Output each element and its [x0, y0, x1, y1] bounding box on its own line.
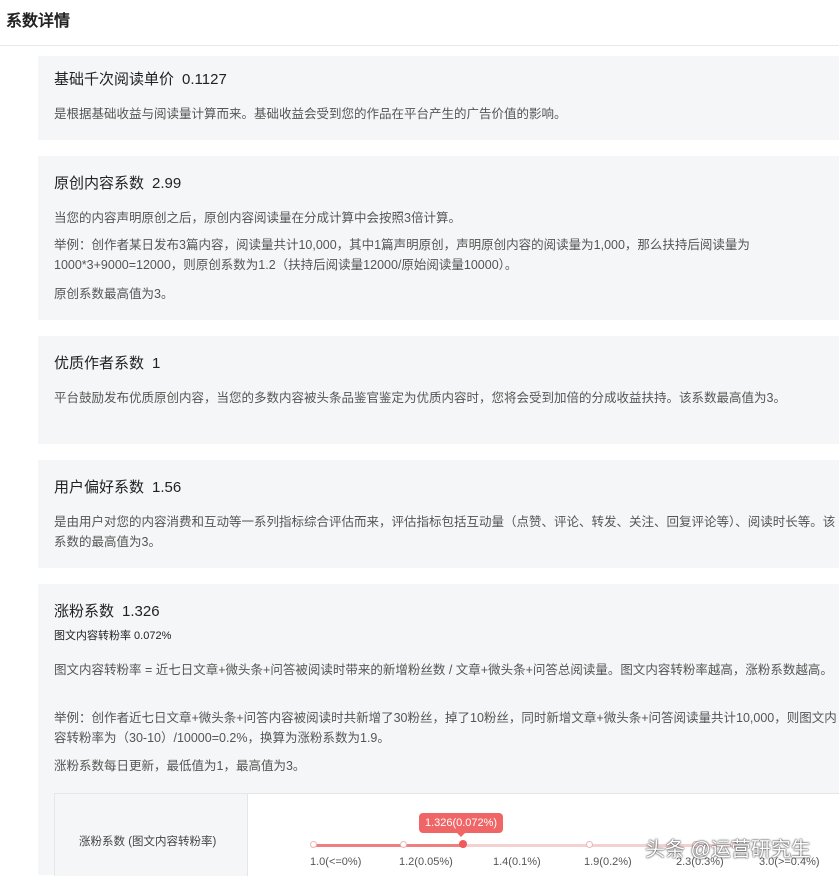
card-description: 图文内容转粉率 = 近七日文章+微头条+问答被阅读时带来的新增粉丝数 / 文章+…	[54, 663, 833, 677]
card-subtitle: 图文内容转粉率 0.072%	[54, 630, 172, 642]
fans-scale-current-marker	[458, 840, 467, 848]
card-title-value: 2.99	[152, 175, 182, 192]
fans-scale-tick-label: 1.4(0.1%)	[493, 856, 541, 868]
card-example: 举例：创作者某日发布3篇内容，阅读量共计10,000，其中1篇声明原创，声明原创…	[54, 238, 750, 272]
tooltip-arrow	[457, 833, 466, 837]
page-title: 系数详情	[6, 13, 71, 30]
card-title: 原创内容系数 2.99	[54, 172, 181, 193]
fans-scale-tick-label: 1.9(0.2%)	[584, 856, 632, 868]
coefficient-card-base-price: 基础千次阅读单价 0.1127 是根据基础收益与阅读量计算而来。基础收益会受到您的…	[38, 56, 839, 140]
fans-scale-label: 涨粉系数 (图文内容转粉率)	[79, 836, 217, 848]
watermark: 头条 @运营研究生	[645, 839, 811, 861]
fans-scale-dot	[310, 841, 317, 848]
card-title-value: 0.1127	[182, 71, 227, 88]
fans-scale-current-value: 1.326(0.072%)	[424, 817, 498, 829]
card-title-label: 原创内容系数	[54, 175, 145, 192]
card-title: 基础千次阅读单价 0.1127	[54, 68, 227, 89]
card-title-value: 1.326	[122, 603, 160, 620]
fans-scale-tick-label: 1.2(0.05%)	[399, 856, 453, 868]
card-note: 涨粉系数每日更新，最低值为1，最高值为3。	[54, 759, 306, 773]
fans-scale-progress	[313, 844, 463, 847]
coefficient-card-quality-author: 优质作者系数 1 平台鼓励发布优质原创内容，当您的多数内容被头条品鉴官鉴定为优质内…	[38, 336, 839, 444]
coefficient-card-user-preference: 用户偏好系数 1.56 是由用户对您的内容消费和互动等一系列指标综合评估而来，评估…	[38, 460, 839, 568]
fans-scale-dot	[586, 841, 593, 848]
fans-scale-label-cell: 涨粉系数 (图文内容转粉率)	[55, 794, 248, 876]
card-title-label: 基础千次阅读单价	[54, 71, 175, 88]
card-description: 平台鼓励发布优质原创内容，当您的多数内容被头条品鉴官鉴定为优质内容时，您将会受到…	[54, 391, 786, 405]
fans-scale-dot	[400, 841, 407, 848]
fans-scale-tick-label: 1.0(<=0%)	[310, 856, 362, 868]
card-title: 优质作者系数 1	[54, 352, 160, 373]
card-description: 是根据基础收益与阅读量计算而来。基础收益会受到您的作品在平台产生的广告价值的影响…	[54, 107, 567, 121]
card-title-label: 涨粉系数	[54, 603, 115, 620]
card-title-value: 1.56	[152, 479, 182, 496]
card-example: 举例：创作者近七日文章+微头条+问答内容被阅读时共新增了30粉丝，掉了10粉丝，…	[54, 711, 837, 745]
card-title-label: 优质作者系数	[54, 355, 145, 372]
card-note: 原创系数最高值为3。	[54, 287, 174, 301]
card-description: 是由用户对您的内容消费和互动等一系列指标综合评估而来，评估指标包括互动量（点赞、…	[54, 515, 836, 549]
card-title: 涨粉系数 1.326	[54, 600, 160, 621]
card-title: 用户偏好系数 1.56	[54, 476, 181, 497]
fans-scale-current-tooltip: 1.326(0.072%)	[418, 813, 504, 837]
coefficient-card-original: 原创内容系数 2.99 当您的内容声明原创之后，原创内容阅读量在分成计算中会按照3…	[38, 156, 839, 320]
card-title-label: 用户偏好系数	[54, 479, 145, 496]
card-title-value: 1	[152, 355, 161, 372]
page-header: 系数详情	[0, 0, 839, 46]
card-description: 当您的内容声明原创之后，原创内容阅读量在分成计算中会按照3倍计算。	[54, 211, 461, 225]
